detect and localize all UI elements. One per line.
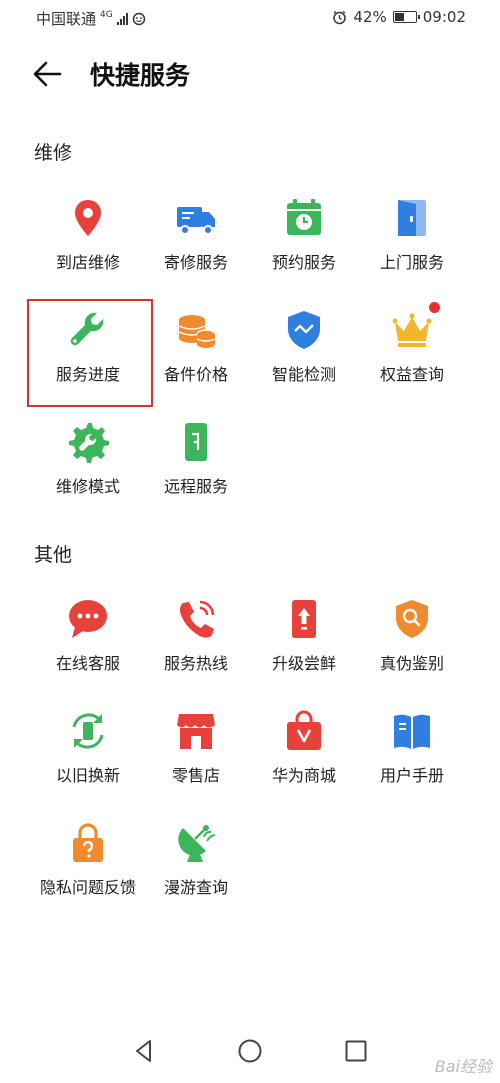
service-item-door[interactable]: 上门服务 [358, 180, 466, 280]
service-item-label: 用户手册 [379, 766, 444, 785]
service-item-label: 智能检测 [271, 365, 336, 384]
section-title-repair: 维修 [34, 142, 73, 164]
service-item-label: 到店维修 [55, 253, 120, 272]
clock-time: 09:02 [422, 8, 466, 26]
battery-percent: 42% [353, 8, 387, 26]
phone-remote-icon [174, 420, 218, 464]
service-item-label: 在线客服 [55, 654, 120, 673]
service-item-phone-upgrade[interactable]: 升级尝鲜 [250, 581, 358, 681]
notification-dot [429, 302, 440, 313]
service-item-lock-question[interactable]: 隐私问题反馈 [34, 805, 142, 905]
service-item-crown[interactable]: 权益查询 [358, 292, 466, 392]
status-left: 中国联通 4G [36, 8, 146, 29]
signal-icon [116, 12, 128, 25]
service-item-label: 零售店 [171, 766, 220, 785]
phone-upgrade-icon [282, 597, 326, 641]
service-item-calendar-clock[interactable]: 预约服务 [250, 180, 358, 280]
section-title-other: 其他 [34, 544, 73, 566]
service-item-search-shield[interactable]: 真伪鉴别 [358, 581, 466, 681]
search-shield-icon [390, 597, 434, 641]
navigation-bar: Bai经验 [0, 1023, 500, 1083]
service-item-shopping-bag[interactable]: 华为商城 [250, 693, 358, 793]
service-item-trade-in[interactable]: 以旧换新 [34, 693, 142, 793]
battery-fill [394, 13, 404, 21]
book-icon [390, 709, 434, 753]
calendar-clock-icon [282, 196, 326, 240]
service-item-delivery-truck[interactable]: 寄修服务 [142, 180, 250, 280]
shopping-bag-icon [282, 709, 326, 753]
service-item-satellite-dish[interactable]: 漫游查询 [142, 805, 250, 905]
door-icon [390, 196, 434, 240]
service-item-label: 上门服务 [379, 253, 444, 272]
service-item-label: 升级尝鲜 [271, 654, 336, 673]
service-item-location-pin[interactable]: 到店维修 [34, 180, 142, 280]
status-bar: 中国联通 4G 42% 09:02 [0, 0, 500, 36]
nav-home-icon[interactable] [236, 1037, 264, 1065]
service-item-label: 华为商城 [271, 766, 336, 785]
chat-bubble-icon [66, 597, 110, 641]
phone-call-icon [174, 597, 218, 641]
carrier-name: 中国联通 [36, 10, 97, 28]
alarm-icon [333, 10, 347, 24]
notification-icon [132, 12, 145, 25]
battery-icon [392, 11, 420, 23]
crown-icon [390, 302, 440, 352]
nav-recents-icon[interactable] [342, 1037, 370, 1065]
nav-back-icon[interactable] [130, 1037, 158, 1065]
service-item-label: 隐私问题反馈 [39, 878, 136, 897]
service-item-label: 漫游查询 [163, 878, 228, 897]
store-icon [174, 709, 218, 753]
watermark: Bai经验 [434, 1057, 492, 1076]
service-item-label: 服务热线 [163, 654, 228, 673]
network-type: 4G [100, 9, 113, 20]
status-right: 42% 09:02 [332, 8, 466, 26]
delivery-truck-icon [174, 196, 218, 240]
back-arrow-icon[interactable] [30, 58, 66, 90]
shield-check-icon [282, 308, 326, 352]
service-item-label: 远程服务 [163, 477, 228, 496]
service-item-store[interactable]: 零售店 [142, 693, 250, 793]
service-item-label: 权益查询 [379, 365, 444, 384]
location-pin-icon [66, 196, 110, 240]
service-item-shield-check[interactable]: 智能检测 [250, 292, 358, 392]
service-item-coins[interactable]: 备件价格 [142, 292, 250, 392]
service-item-label: 真伪鉴别 [379, 654, 444, 673]
service-item-label: 寄修服务 [163, 253, 228, 272]
service-item-label: 预约服务 [271, 253, 336, 272]
header: 快捷服务 [0, 50, 500, 98]
trade-in-icon [66, 709, 110, 753]
service-item-phone-call[interactable]: 服务热线 [142, 581, 250, 681]
highlight-box [27, 299, 153, 407]
service-item-label: 备件价格 [163, 365, 228, 384]
service-item-phone-remote[interactable]: 远程服务 [142, 404, 250, 504]
satellite-dish-icon [174, 821, 218, 865]
coins-icon [174, 308, 218, 352]
lock-question-icon [66, 821, 110, 865]
service-item-label: 以旧换新 [55, 766, 120, 785]
service-item-book[interactable]: 用户手册 [358, 693, 466, 793]
service-item-label: 维修模式 [55, 477, 120, 496]
page-title: 快捷服务 [90, 61, 191, 90]
service-item-chat-bubble[interactable]: 在线客服 [34, 581, 142, 681]
gear-wrench-icon [66, 420, 110, 464]
service-item-gear-wrench[interactable]: 维修模式 [34, 404, 142, 504]
